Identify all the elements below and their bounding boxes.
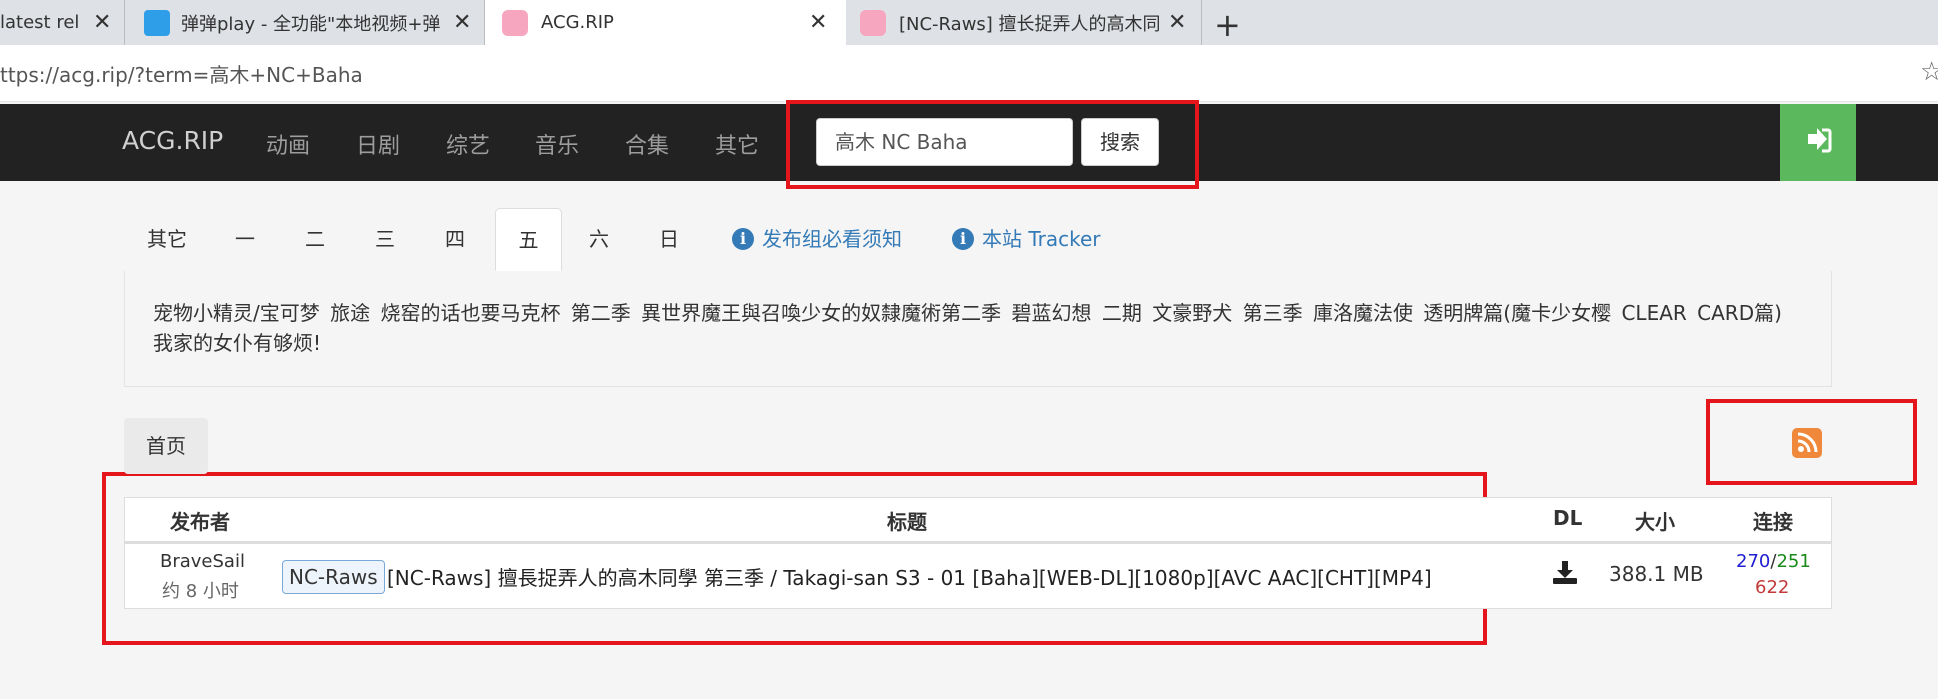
- browser-tab-acgrip[interactable]: ACG.RIP ✕: [485, 0, 846, 45]
- tab-title: 弹弹play - 全功能"本地视频+弹幕: [181, 13, 441, 35]
- tab-sunday[interactable]: 日: [634, 208, 704, 271]
- rss-icon: [1797, 432, 1818, 453]
- rss-feed-button[interactable]: [1792, 428, 1822, 458]
- acgrip-favicon-icon: [502, 9, 528, 36]
- nav-link-other[interactable]: 其它: [715, 128, 759, 160]
- browser-tab-ncraws[interactable]: [NC-Raws] 擅长捉弄人的高木同学 ✕: [846, 0, 1202, 45]
- browser-tab-bar: latest rele ✕ 弹弹play - 全功能"本地视频+弹幕 ✕ ACG…: [0, 0, 1938, 45]
- column-header-dl: DL: [1553, 506, 1583, 530]
- tab-title: ACG.RIP: [541, 12, 614, 33]
- tab-title: [NC-Raws] 擅长捉弄人的高木同学: [899, 13, 1159, 35]
- tab-saturday[interactable]: 六: [564, 208, 634, 271]
- nav-link-variety[interactable]: 综艺: [446, 128, 490, 160]
- close-icon[interactable]: ✕: [93, 10, 111, 35]
- sign-in-icon: [1808, 128, 1832, 153]
- close-icon[interactable]: ✕: [809, 10, 827, 35]
- tracker-link[interactable]: i 本站 Tracker: [952, 208, 1101, 271]
- column-header-publisher: 发布者: [170, 510, 230, 534]
- leechers-count: 251: [1776, 551, 1811, 572]
- table-header-divider: [125, 541, 1831, 544]
- seeders-count: 270: [1736, 551, 1771, 572]
- tracker-label: 本站 Tracker: [982, 227, 1101, 251]
- nav-link-collection[interactable]: 合集: [625, 128, 669, 160]
- tab-tuesday[interactable]: 二: [280, 208, 350, 271]
- tab-thursday[interactable]: 四: [420, 208, 490, 271]
- publisher-rules-label: 发布组必看须知: [762, 227, 902, 251]
- nav-link-drama[interactable]: 日剧: [356, 128, 400, 160]
- column-header-links: 连接: [1753, 510, 1793, 534]
- bookmark-star-icon[interactable]: ☆: [1920, 57, 1938, 87]
- tab-friday[interactable]: 五: [495, 208, 562, 271]
- info-icon: i: [952, 228, 974, 250]
- close-icon[interactable]: ✕: [1168, 10, 1186, 35]
- completed-count: 622: [1755, 577, 1790, 598]
- browser-tab-latest[interactable]: latest rele ✕: [0, 0, 125, 45]
- publisher-name[interactable]: BraveSail: [160, 551, 245, 572]
- highlight-box-search: [786, 100, 1199, 189]
- column-header-title: 标题: [887, 510, 927, 534]
- tab-other[interactable]: 其它: [124, 208, 210, 271]
- acgrip-favicon-icon: [860, 9, 886, 36]
- site-brand[interactable]: ACG.RIP: [122, 126, 223, 155]
- login-button[interactable]: [1780, 104, 1856, 181]
- day-tabs: 其它 一 二 三 四 五 六 日 i 发布组必看须知 i 本站 Tracker: [124, 208, 1832, 272]
- team-tag-label[interactable]: NC-Raws: [282, 560, 385, 594]
- nav-link-anime[interactable]: 动画: [266, 128, 310, 160]
- file-size: 388.1 MB: [1609, 562, 1704, 586]
- address-bar[interactable]: ttps://acg.rip/?term=高木+NC+Baha ☆: [0, 45, 1938, 102]
- torrent-title-link[interactable]: [NC-Raws] 擅長捉弄人的高木同學 第三季 / Takagi-san S3…: [387, 562, 1432, 591]
- publisher-rules-link[interactable]: i 发布组必看须知: [732, 208, 902, 271]
- results-table: 发布者 标题 DL 大小 连接 BraveSail 约 8 小时 NC-Raws…: [124, 497, 1832, 609]
- url-text[interactable]: ttps://acg.rip/?term=高木+NC+Baha: [0, 59, 363, 88]
- tab-title: latest rele: [0, 12, 80, 33]
- breadcrumb-home[interactable]: 首页: [124, 418, 208, 474]
- column-header-size: 大小: [1635, 510, 1675, 534]
- download-icon: [1553, 561, 1577, 584]
- close-icon[interactable]: ✕: [453, 10, 471, 35]
- series-tag-list[interactable]: 宠物小精灵/宝可梦 旅途 烧窑的话也要马克杯 第二季 異世界魔王與召喚少女的奴隸…: [124, 271, 1832, 387]
- tab-wednesday[interactable]: 三: [350, 208, 420, 271]
- publish-time: 约 8 小时: [162, 581, 239, 602]
- download-button[interactable]: [1552, 559, 1578, 590]
- new-tab-button[interactable]: +: [1214, 6, 1241, 44]
- info-icon: i: [732, 228, 754, 250]
- tab-monday[interactable]: 一: [210, 208, 280, 271]
- peer-stats: 270/251: [1736, 551, 1811, 572]
- browser-tab-dandanplay[interactable]: 弹弹play - 全功能"本地视频+弹幕 ✕: [125, 0, 485, 45]
- nav-link-music[interactable]: 音乐: [535, 128, 579, 160]
- dandanplay-favicon-icon: [144, 9, 170, 36]
